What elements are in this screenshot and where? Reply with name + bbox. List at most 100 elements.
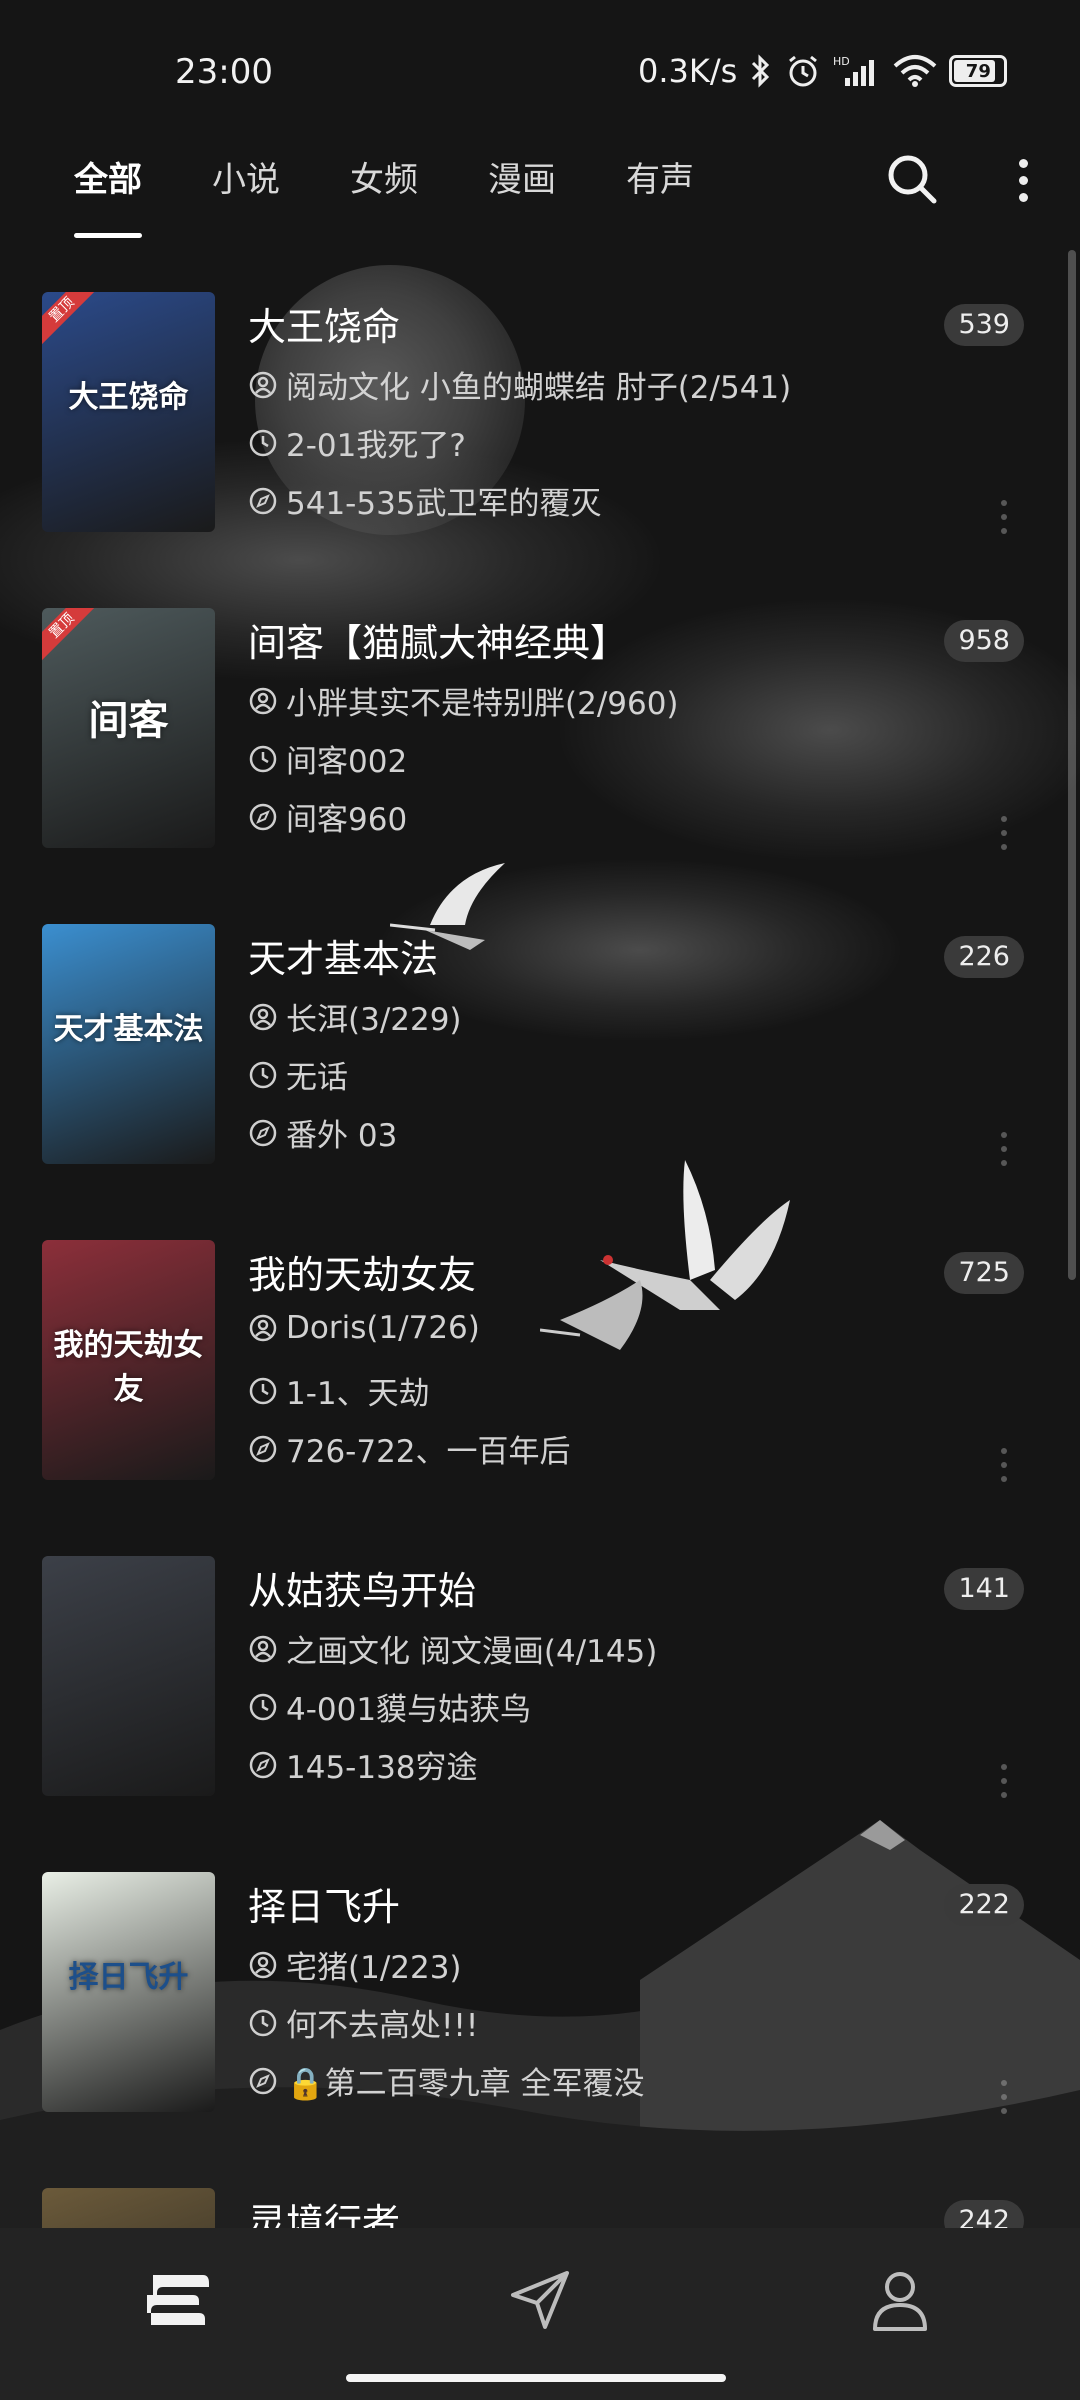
tab-audio[interactable]: 有声 <box>626 150 694 254</box>
more-menu-button[interactable] <box>1008 150 1038 210</box>
cover-title: 天才基本法 <box>53 1012 204 1047</box>
book-title: 间客【猫腻大神经典】 <box>248 621 629 665</box>
book-progress-row: 4-001貘与姑获鸟 <box>248 1684 531 1729</box>
book-latest-chapter: 726-722、一百年后 <box>286 1434 571 1470</box>
scrollbar[interactable] <box>1068 250 1076 1280</box>
book-title: 灵境行者 <box>248 2201 401 2228</box>
book-title: 择日飞升 <box>248 1885 401 1929</box>
author-icon <box>249 1951 277 1978</box>
book-author-row: 宅猪(1/223) <box>248 1942 462 1987</box>
book-item[interactable]: 从姑获鸟开始 之画文化 阅文漫画(4/145) 4-001貘与姑获鸟 145-1… <box>0 1524 1080 1840</box>
compass-icon <box>249 803 277 830</box>
book-title: 从姑获鸟开始 <box>248 1569 477 1613</box>
book-author-row: 长洱(3/229) <box>248 994 462 1039</box>
book-author-row: 之画文化 阅文漫画(4/145) <box>248 1626 657 1671</box>
compass-icon <box>249 1751 277 1778</box>
book-cover: 置顶 间客 <box>42 608 215 848</box>
book-latest-chapter: 🔒第二百零九章 全军覆没 <box>286 2066 645 2102</box>
book-progress-row: 间客002 <box>248 736 407 781</box>
tab-novel[interactable]: 小说 <box>212 150 280 254</box>
book-item[interactable]: 择日飞升 择日飞升 宅猪(1/223) 何不去高处!!! 🔒第二百零九章 全军覆… <box>0 1840 1080 2156</box>
item-more-button[interactable] <box>998 500 1010 560</box>
tab-all[interactable]: 全部 <box>74 150 142 254</box>
compass-icon <box>249 1119 277 1146</box>
book-last-read: 无话 <box>286 1060 348 1096</box>
book-author-row: 小胖其实不是特别胖(2/960) <box>248 678 679 723</box>
unread-count-badge: 725 <box>944 1252 1024 1294</box>
compass-icon <box>249 2067 277 2094</box>
item-more-button[interactable] <box>998 2080 1010 2140</box>
network-speed: 0.3K/s <box>638 52 738 90</box>
book-cover <box>42 1556 215 1796</box>
book-progress-row: 何不去高处!!! <box>248 2000 478 2045</box>
author-icon <box>249 1003 277 1030</box>
book-item[interactable]: 置顶 大王饶命 大王饶命 阅动文化 小鱼的蝴蝶结 肘子(2/541) 2-01我… <box>0 260 1080 576</box>
unread-count-badge: 226 <box>944 936 1024 978</box>
status-time: 23:00 <box>175 52 273 92</box>
unread-count-badge: 222 <box>944 1884 1024 1926</box>
nav-discover[interactable] <box>490 2250 590 2350</box>
book-item[interactable]: 天才基本法 天才基本法 长洱(3/229) 无话 番外 03 226 <box>0 892 1080 1208</box>
clock-icon <box>249 1377 277 1404</box>
tab-comic[interactable]: 漫画 <box>488 150 556 254</box>
compass-icon <box>249 1435 277 1462</box>
item-more-button[interactable] <box>998 816 1010 876</box>
author-icon <box>249 687 277 714</box>
book-author: 阅动文化 小鱼的蝴蝶结 肘子(2/541) <box>286 370 792 406</box>
bookshelf-icon <box>147 2275 209 2325</box>
book-progress-row: 1-1、天劫 <box>248 1368 430 1413</box>
pinned-ribbon: 置顶 <box>42 608 98 662</box>
item-more-button[interactable] <box>998 1764 1010 1824</box>
book-cover: 我的天劫女友 <box>42 1240 215 1480</box>
book-cover: 择日飞升 <box>42 1872 215 2112</box>
book-latest-row: 间客960 <box>248 794 407 839</box>
book-item[interactable]: 我的天劫女友 我的天劫女友 Doris(1/726) 1-1、天劫 726-72… <box>0 1208 1080 1524</box>
pinned-ribbon: 置顶 <box>42 292 98 346</box>
book-item[interactable]: 置顶 间客 间客【猫腻大神经典】 小胖其实不是特别胖(2/960) 间客002 … <box>0 576 1080 892</box>
bluetooth-icon <box>752 54 770 88</box>
book-item[interactable]: 灵境行者 242 <box>0 2156 1080 2228</box>
status-bar: 23:00 0.3K/s HD 79 <box>0 0 1080 150</box>
book-latest-row: 🔒第二百零九章 全军覆没 <box>248 2058 644 2103</box>
discover-icon <box>511 2271 569 2329</box>
book-last-read: 2-01我死了? <box>286 428 466 464</box>
book-cover <box>42 2188 215 2228</box>
book-progress-row: 2-01我死了? <box>248 420 466 465</box>
status-icons: 0.3K/s HD 79 <box>638 52 1008 90</box>
book-title: 大王饶命 <box>248 305 401 349</box>
nav-profile[interactable] <box>850 2250 950 2350</box>
wifi-icon <box>893 55 937 87</box>
book-latest-chapter: 145-138穷途 <box>286 1750 478 1786</box>
book-latest-row: 145-138穷途 <box>248 1742 478 1787</box>
author-icon <box>249 1635 277 1662</box>
compass-icon <box>249 487 277 514</box>
book-latest-chapter: 番外 03 <box>286 1118 398 1154</box>
book-last-read: 4-001貘与姑获鸟 <box>286 1692 532 1728</box>
cover-title: 择日飞升 <box>68 1960 189 1995</box>
search-icon <box>888 155 937 204</box>
book-latest-chapter: 间客960 <box>286 802 408 838</box>
book-last-read: 何不去高处!!! <box>286 2008 479 2044</box>
book-author: 之画文化 阅文漫画(4/145) <box>286 1634 658 1670</box>
home-indicator[interactable] <box>346 2374 726 2382</box>
nav-bookshelf[interactable] <box>128 2250 228 2350</box>
item-more-button[interactable] <box>998 1132 1010 1192</box>
book-title: 天才基本法 <box>248 937 439 981</box>
tab-female[interactable]: 女频 <box>350 150 418 254</box>
book-latest-row: 番外 03 <box>248 1110 397 1155</box>
unread-count-badge: 958 <box>944 620 1024 662</box>
bookshelf-list: 置顶 大王饶命 大王饶命 阅动文化 小鱼的蝴蝶结 肘子(2/541) 2-01我… <box>0 260 1080 2228</box>
clock-icon <box>249 1061 277 1088</box>
book-progress-row: 无话 <box>248 1052 348 1097</box>
book-latest-row: 541-535武卫军的覆灭 <box>248 478 602 523</box>
tab-underline <box>74 233 142 238</box>
unread-count-badge: 141 <box>944 1568 1024 1610</box>
item-more-button[interactable] <box>998 1448 1010 1508</box>
clock-icon <box>249 1693 277 1720</box>
search-button[interactable] <box>882 150 942 210</box>
book-author-row: Doris(1/726) <box>248 1310 480 1346</box>
book-title: 我的天劫女友 <box>248 1253 477 1297</box>
clock-icon <box>249 745 277 772</box>
cover-title: 大王饶命 <box>68 380 189 415</box>
clock-icon <box>249 2009 277 2036</box>
